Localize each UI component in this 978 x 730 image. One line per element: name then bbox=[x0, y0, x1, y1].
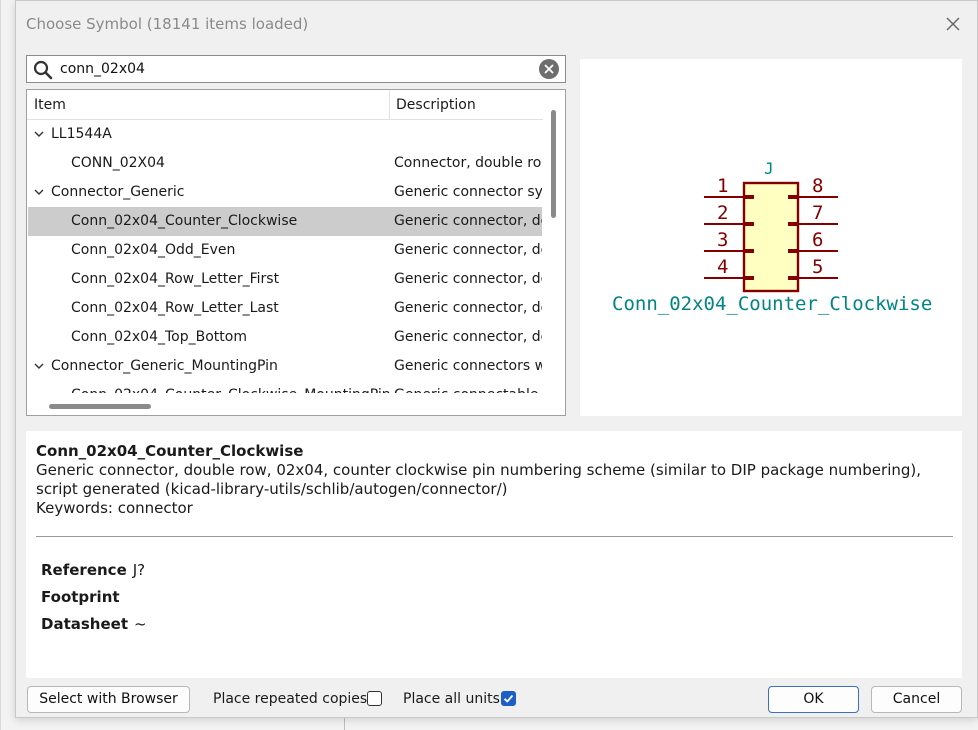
tree-header: Item Description bbox=[27, 90, 543, 120]
horizontal-scroll-thumb[interactable] bbox=[49, 404, 151, 409]
search-box[interactable] bbox=[26, 55, 566, 83]
search-icon bbox=[33, 60, 53, 80]
chevron-down-icon[interactable] bbox=[33, 128, 45, 140]
tree-item-row[interactable]: Conn_02x04_Top_Bottom Generic connector, … bbox=[28, 323, 542, 352]
tree-row-name: CONN_02X04 bbox=[71, 155, 165, 171]
field-footprint: Footprint bbox=[41, 588, 120, 606]
field-reference: Reference J? bbox=[41, 561, 146, 579]
symbol-value-label: Conn_02x04_Counter_Clockwise bbox=[612, 293, 933, 315]
tree-row-description: Generic connector symbols bbox=[394, 184, 542, 200]
tree-row-description: Generic connector, double bbox=[394, 300, 542, 316]
tree-item-row[interactable]: Conn_02x04_Row_Letter_Last Generic connec… bbox=[28, 294, 542, 323]
tree-row-name: Conn_02x04_Odd_Even bbox=[71, 242, 236, 258]
tree-row-name: Connector_Generic bbox=[51, 184, 185, 200]
clear-search-button[interactable] bbox=[539, 59, 559, 79]
title-bar: Choose Symbol (18141 items loaded) bbox=[16, 1, 977, 47]
pin-number-right-5: 5 bbox=[812, 256, 824, 278]
pin-number-left-3: 3 bbox=[717, 229, 729, 251]
chevron-down-icon[interactable] bbox=[33, 186, 45, 198]
pin-number-right-7: 7 bbox=[812, 202, 824, 224]
vertical-scroll-thumb[interactable] bbox=[551, 110, 556, 218]
place-all-units-label[interactable]: Place all units bbox=[403, 691, 500, 707]
symbol-tree[interactable]: Item Description LL1544A CONN_02X04 Connec… bbox=[26, 89, 566, 416]
tree-row-name: Conn_02x04_Top_Bottom bbox=[71, 329, 247, 345]
tree-item-row[interactable]: Conn_02x04_Odd_Even Generic connector, do… bbox=[28, 236, 542, 265]
tree-row-description: Generic connector, double bbox=[394, 242, 542, 258]
info-title: Conn_02x04_Counter_Clockwise bbox=[36, 442, 304, 460]
tree-row-description: Generic connectors with bbox=[394, 358, 542, 374]
window-title: Choose Symbol (18141 items loaded) bbox=[26, 15, 309, 33]
info-description: Generic connector, double row, 02x04, co… bbox=[36, 461, 922, 498]
symbol-info-panel: Conn_02x04_Counter_Clockwise Generic con… bbox=[26, 431, 962, 678]
tree-group-row[interactable]: LL1544A bbox=[28, 120, 542, 149]
tree-item-row[interactable]: CONN_02X04 Connector, double row bbox=[28, 149, 542, 178]
tree-group-row[interactable]: Connector_Generic_MountingPin Generic con… bbox=[28, 352, 542, 381]
pin-number-left-1: 1 bbox=[717, 175, 729, 197]
ok-button[interactable]: OK bbox=[768, 686, 859, 713]
tree-row-description: Generic connector, double bbox=[394, 329, 542, 345]
tree-item-row[interactable]: Conn_02x04_Counter_Clockwise Generic conn… bbox=[28, 207, 542, 236]
tree-row-description: Generic connector, double bbox=[394, 213, 542, 229]
info-keywords: Keywords: connector bbox=[36, 499, 193, 517]
tree-row-name: Conn_02x04_Counter_Clockwise bbox=[71, 213, 298, 229]
place-repeated-copies-label[interactable]: Place repeated copies bbox=[213, 691, 367, 707]
tree-row-description: Generic connector, double bbox=[394, 271, 542, 287]
horizontal-scrollbar[interactable] bbox=[27, 393, 565, 415]
close-button[interactable] bbox=[943, 14, 963, 34]
column-header-item[interactable]: Item bbox=[34, 97, 66, 113]
tree-row-name: Connector_Generic_MountingPin bbox=[51, 358, 278, 374]
pin-number-right-6: 6 bbox=[812, 229, 824, 251]
cancel-button[interactable]: Cancel bbox=[871, 686, 962, 713]
pin-number-right-8: 8 bbox=[812, 175, 824, 197]
connector-symbol-graphic bbox=[704, 181, 838, 293]
tree-row-description: Connector, double row bbox=[394, 155, 542, 171]
choose-symbol-dialog: Choose Symbol (18141 items loaded) Item … bbox=[15, 0, 978, 718]
tree-row-name: Conn_02x04_Row_Letter_First bbox=[71, 271, 280, 287]
pin-number-left-2: 2 bbox=[717, 202, 729, 224]
place-repeated-copies-checkbox[interactable] bbox=[367, 691, 382, 706]
symbol-preview: J 1 2 3 4 8 7 6 5 Conn_02x04_Counter_Clo… bbox=[580, 59, 962, 416]
tree-row-name: LL1544A bbox=[51, 126, 112, 142]
select-with-browser-button[interactable]: Select with Browser bbox=[27, 686, 190, 713]
info-divider bbox=[36, 536, 953, 537]
symbol-reference-label: J bbox=[764, 159, 774, 178]
close-icon bbox=[946, 17, 960, 31]
clear-icon bbox=[544, 64, 554, 74]
tree-item-row[interactable]: Conn_02x04_Row_Letter_First Generic conne… bbox=[28, 265, 542, 294]
tree-row-name: Conn_02x04_Row_Letter_Last bbox=[71, 300, 279, 316]
column-header-description[interactable]: Description bbox=[396, 97, 476, 113]
vertical-scrollbar[interactable] bbox=[543, 90, 565, 395]
tree-group-row[interactable]: Connector_Generic Generic connector symbo… bbox=[28, 178, 542, 207]
field-datasheet: Datasheet ~ bbox=[41, 615, 147, 633]
pin-number-left-4: 4 bbox=[717, 256, 729, 278]
checkmark-icon bbox=[503, 694, 514, 703]
chevron-down-icon[interactable] bbox=[33, 360, 45, 372]
search-input[interactable] bbox=[60, 58, 530, 80]
place-all-units-checkbox[interactable] bbox=[501, 691, 516, 706]
connector-body bbox=[742, 181, 800, 293]
